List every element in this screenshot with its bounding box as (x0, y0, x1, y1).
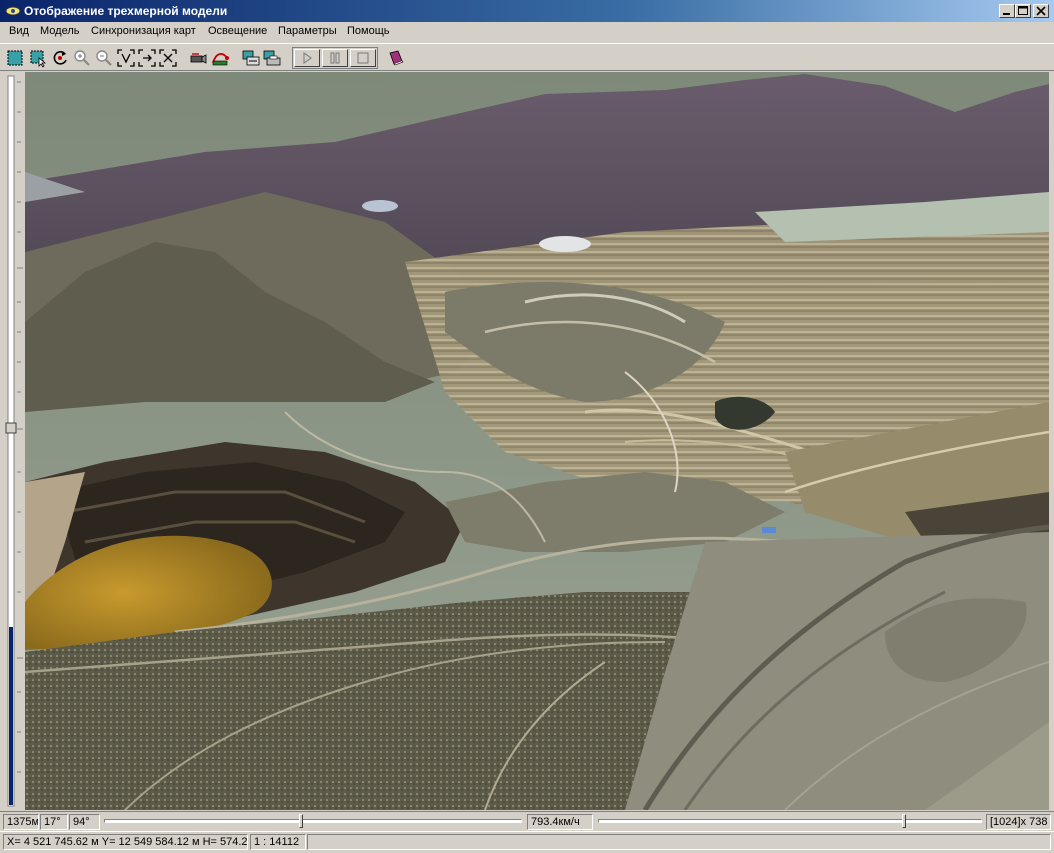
speed-slider-thumb[interactable] (299, 814, 303, 828)
menu-view[interactable]: Вид (9, 25, 29, 37)
menu-bar: Вид Модель Синхронизация карт Освещение … (0, 22, 1054, 42)
coordinates-readout: X= 4 521 745.62 м Y= 12 549 584.12 м H= … (3, 834, 248, 850)
reset-view-icon[interactable] (158, 48, 178, 68)
help-book-icon[interactable] (386, 48, 406, 68)
eye-icon[interactable] (5, 4, 21, 18)
menu-help[interactable]: Помощь (347, 25, 390, 37)
azimuth-readout: 94° (69, 814, 100, 830)
close-icon[interactable] (1033, 4, 1049, 18)
move-view-icon[interactable] (137, 48, 157, 68)
speed-slider[interactable] (104, 814, 522, 830)
menu-parameters[interactable]: Параметры (278, 25, 337, 37)
coord-x: X= 4 521 745.62 м (7, 836, 99, 848)
stop-icon[interactable] (350, 49, 376, 67)
pause-icon[interactable] (322, 49, 348, 67)
window-title: Отображение трехмерной модели (24, 4, 228, 18)
title-bar[interactable]: Отображение трехмерной модели (0, 0, 1054, 22)
tilt-readout: 17° (40, 814, 68, 830)
select-object-icon[interactable] (28, 48, 48, 68)
menu-lighting[interactable]: Освещение (208, 25, 267, 37)
rotate-icon[interactable] (50, 48, 70, 68)
status-bar-top: 1375м 17° 94° 793.4км/ч [1024]x 738 (0, 811, 1054, 832)
height-readout: 1375м (3, 814, 39, 830)
terrain-3d-view[interactable] (25, 72, 1049, 810)
scale-readout: 1 : 14112 (250, 834, 306, 850)
position-slider[interactable] (598, 814, 982, 830)
print-model-icon[interactable] (262, 48, 282, 68)
play-icon[interactable] (294, 49, 320, 67)
menu-model[interactable]: Модель (40, 25, 79, 37)
select-area-icon[interactable] (5, 48, 25, 68)
speed-readout: 793.4км/ч (527, 814, 593, 830)
maximize-icon[interactable] (1015, 4, 1031, 18)
flight-route-icon[interactable] (210, 48, 230, 68)
coord-y: Y= 12 549 584.12 м (101, 836, 200, 848)
menu-map-sync[interactable]: Синхронизация карт (91, 25, 196, 37)
export-model-icon[interactable] (241, 48, 261, 68)
zoom-out-icon[interactable] (94, 48, 114, 68)
resolution-readout: [1024]x 738 (986, 814, 1051, 830)
status-message (307, 834, 1051, 850)
status-bar-bottom: X= 4 521 745.62 м Y= 12 549 584.12 м H= … (0, 831, 1054, 853)
playback-controls (292, 47, 378, 69)
zoom-in-icon[interactable] (72, 48, 92, 68)
fit-view-icon[interactable] (116, 48, 136, 68)
camera-icon[interactable] (188, 48, 208, 68)
position-slider-thumb[interactable] (902, 814, 906, 828)
minimize-icon[interactable] (999, 4, 1015, 18)
height-slider[interactable] (0, 72, 25, 810)
terrain-render[interactable] (25, 72, 1049, 810)
coord-h: H= 574.27 (202, 836, 248, 848)
toolbar (0, 43, 1054, 71)
